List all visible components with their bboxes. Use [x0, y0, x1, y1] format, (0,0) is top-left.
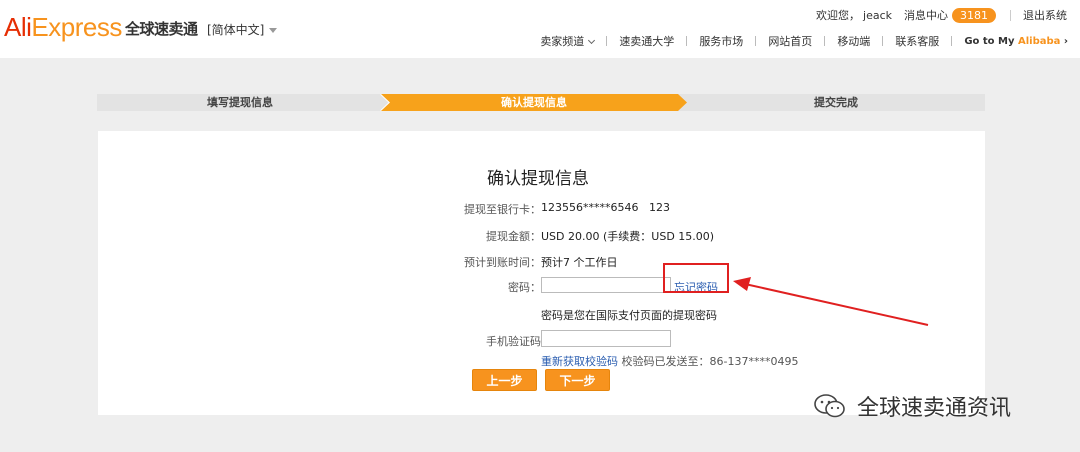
page-title: 确认提现信息 [487, 169, 589, 189]
step-progress-bar: 填写提现信息 确认提现信息 提交完成 [97, 94, 985, 111]
highlight-box [663, 263, 729, 293]
sms-code-label: 手机验证码 [486, 335, 541, 348]
resend-row: 重新获取校验码 校验码已发送至：86-137****0495 [541, 353, 941, 368]
step-fill-info: 填写提现信息 [207, 96, 273, 109]
watermark-text: 全球速卖通资讯 [857, 396, 1012, 421]
wechat-icon [814, 394, 845, 418]
amount-row: 提现金额： USD 20.00 (手续费：USD 15.00) [98, 228, 985, 243]
nav-go-to-my-alibaba[interactable]: Go to My Alibaba › [964, 36, 1068, 47]
nav-seller-channel[interactable]: 卖家频道 [540, 33, 596, 49]
logo-chinese-text: 全球速卖通 [125, 20, 198, 38]
chevron-down-icon [588, 36, 596, 45]
sms-code-row: 手机验证码 [98, 330, 985, 348]
sms-code-input[interactable] [541, 330, 671, 347]
nav-mobile[interactable]: 移动端 [837, 33, 870, 49]
next-step-button[interactable]: 下一步 [545, 369, 610, 391]
top-header: AliExpress 全球速卖通 [简体中文] 欢迎您， jeack 消息中心 … [0, 0, 1080, 58]
divider [882, 36, 884, 46]
bank-card-value: 123556*****6546 123 [541, 201, 670, 214]
nav-service-market[interactable]: 服务市场 [699, 33, 743, 49]
nav-home[interactable]: 网站首页 [768, 33, 812, 49]
resend-code-link[interactable]: 重新获取校验码 [541, 355, 618, 368]
username-link[interactable]: jeack [863, 9, 892, 22]
language-selector[interactable]: [简体中文] [207, 21, 278, 38]
nav-university[interactable]: 速卖通大学 [619, 33, 674, 49]
password-label: 密码： [508, 281, 541, 294]
message-count-badge[interactable]: 3181 [952, 7, 996, 23]
divider [951, 36, 953, 46]
eta-label: 预计到账时间： [464, 256, 541, 269]
eta-value: 预计7 个工作日 [541, 256, 618, 269]
divider [755, 36, 757, 46]
step-confirm-info: 确认提现信息 [381, 94, 687, 111]
password-row: 密码： 忘记密码 [98, 277, 985, 295]
wechat-watermark: 全球速卖通资讯 [813, 390, 1011, 422]
divider [1010, 9, 1011, 21]
aliexpress-logo[interactable]: AliExpress [4, 12, 122, 43]
divider [686, 36, 688, 46]
code-sent-to-text: 校验码已发送至：86-137****0495 [621, 355, 799, 368]
confirm-panel: 确认提现信息 提现至银行卡： 123556*****6546 123 提现金额：… [98, 131, 985, 415]
eta-row: 预计到账时间： 预计7 个工作日 [98, 254, 985, 269]
top-nav: 卖家频道 速卖通大学 服务市场 网站首页 移动端 联系客服 Go to My A… [540, 33, 1068, 49]
divider [824, 36, 826, 46]
bank-card-label: 提现至银行卡： [464, 203, 541, 216]
bank-card-row: 提现至银行卡： 123556*****6546 123 [98, 201, 985, 216]
password-input[interactable] [541, 277, 671, 293]
logout-link[interactable]: 退出系统 [1023, 7, 1067, 23]
greeting-text: 欢迎您， [816, 9, 861, 22]
nav-contact-service[interactable]: 联系客服 [895, 33, 939, 49]
message-center-link[interactable]: 消息中心 [904, 7, 948, 23]
divider [606, 36, 608, 46]
caret-down-icon [269, 28, 278, 33]
prev-step-button[interactable]: 上一步 [472, 369, 537, 391]
user-bar: 欢迎您， jeack 消息中心 3181 退出系统 [816, 7, 1067, 23]
amount-label: 提现金额： [486, 230, 541, 243]
password-hint: 密码是您在国际支付页面的提现密码 [541, 309, 717, 322]
step-submit-done: 提交完成 [814, 96, 858, 109]
amount-value: USD 20.00 (手续费：USD 15.00) [541, 230, 715, 243]
